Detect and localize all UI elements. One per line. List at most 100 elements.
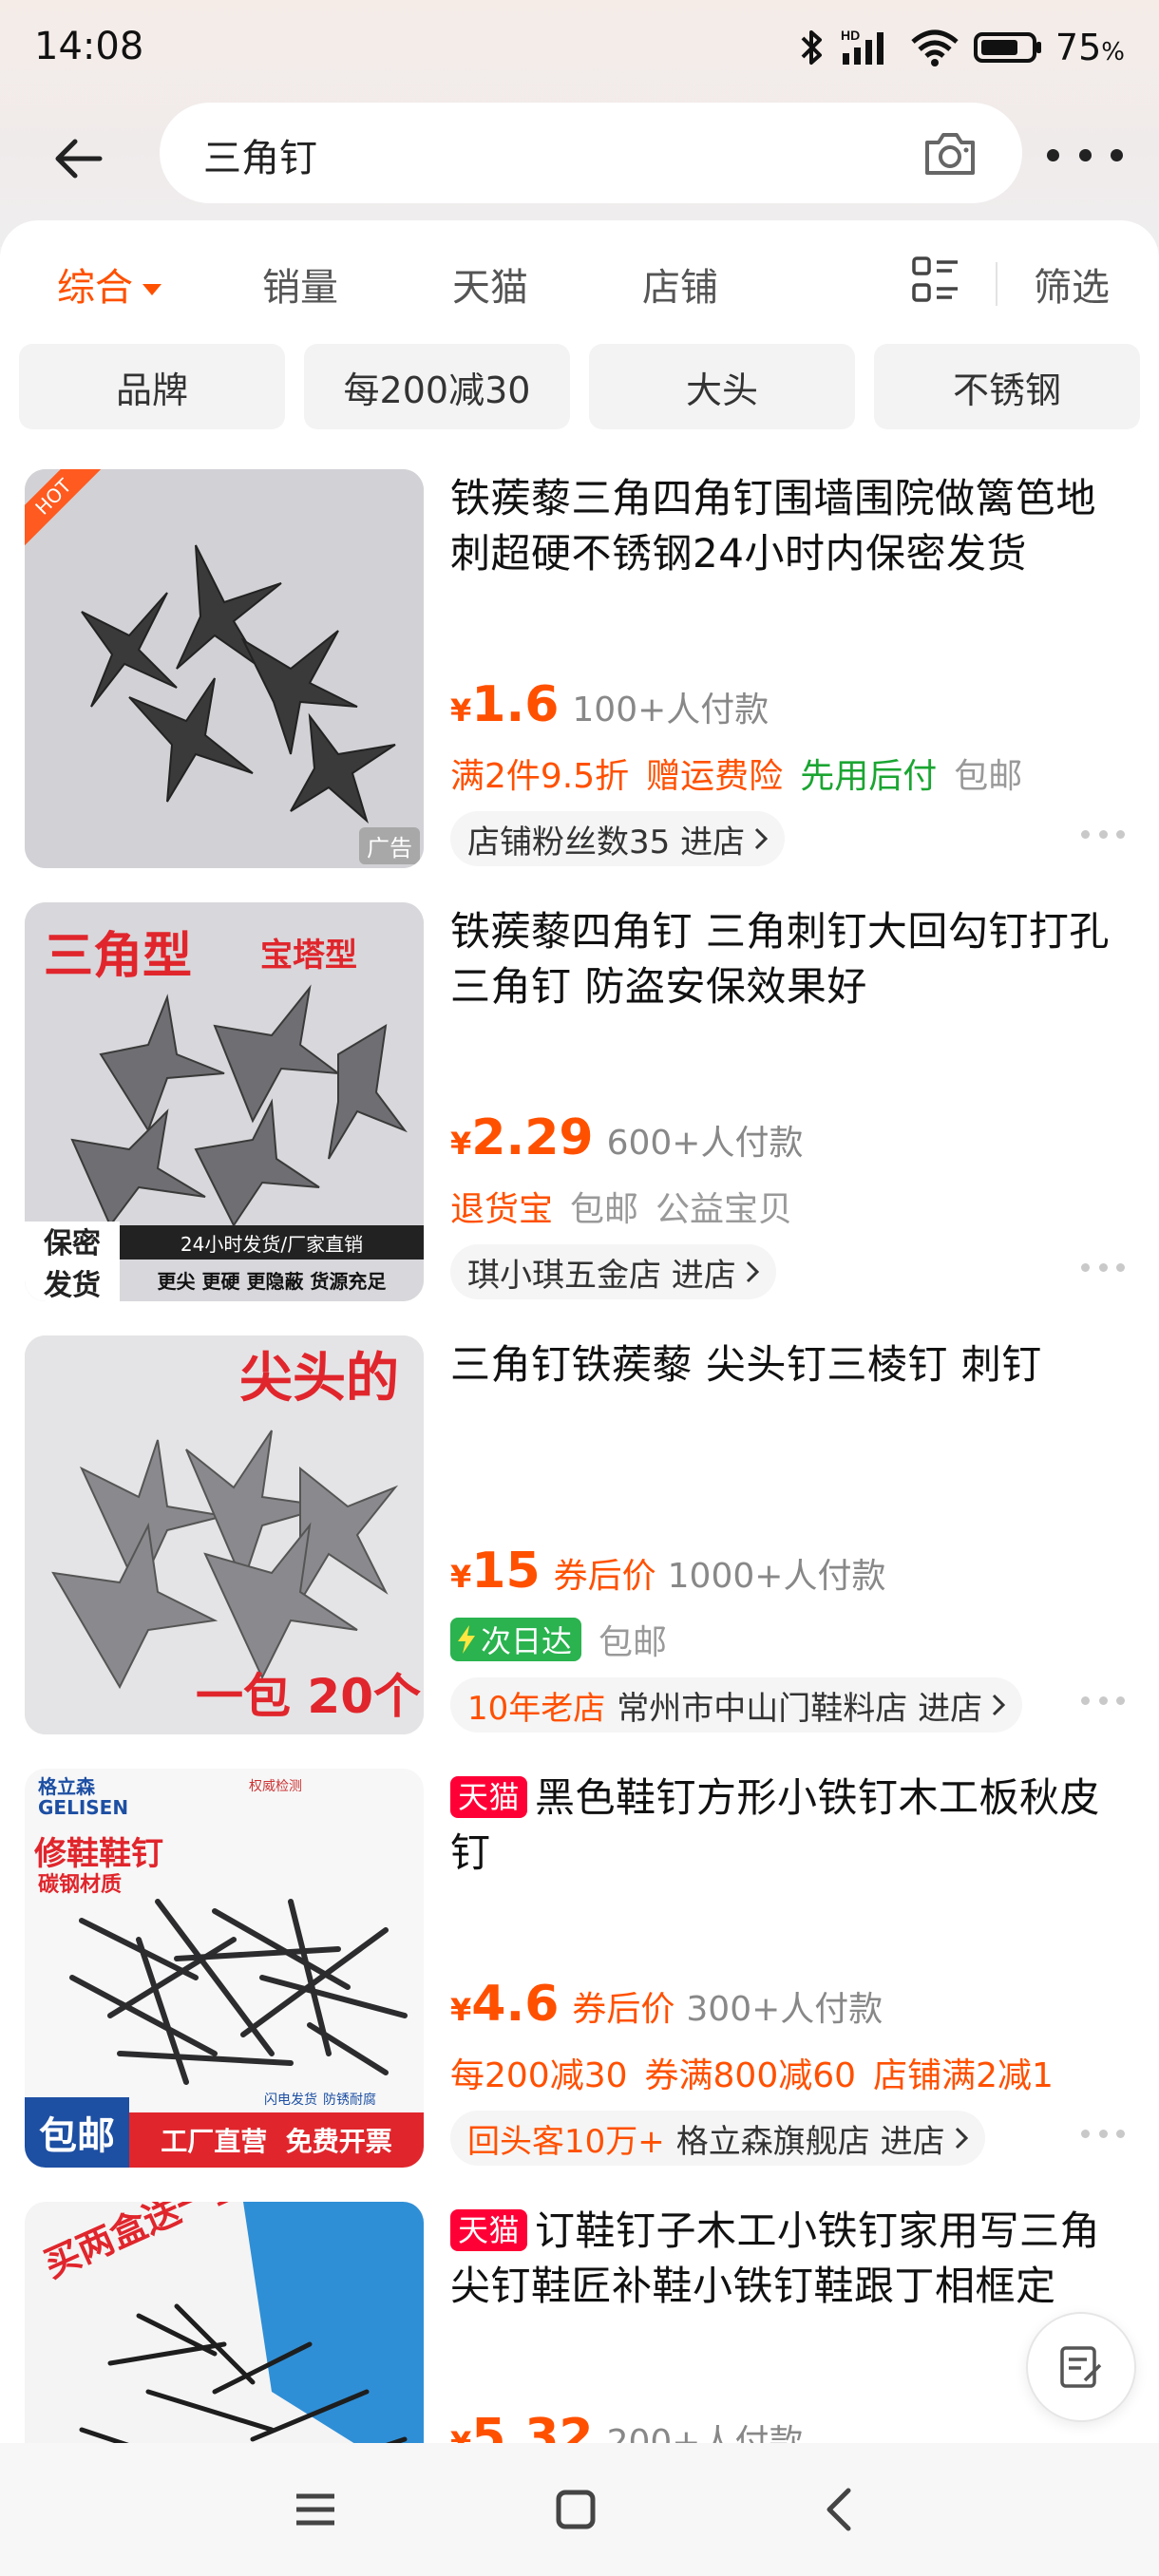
price-row: ¥ 2.29 600+人付款 xyxy=(450,1109,803,1166)
product-title[interactable]: 铁蒺藜三角四角钉围墙围院做篱笆地刺超硬不锈钢24小时内保密发货 xyxy=(450,471,1134,581)
sales-count: 200+人付款 xyxy=(606,2423,804,2443)
menu-button[interactable] xyxy=(285,2479,346,2540)
product-title[interactable]: 铁蒺藜四角钉 三角刺钉大回勾钉打孔三角钉 防盗安保效果好 xyxy=(450,904,1134,1014)
more-icon[interactable] xyxy=(1081,1263,1125,1275)
promo-tags: 次日达 包邮 xyxy=(450,1615,667,1664)
product-image[interactable]: HOT 广告 xyxy=(25,469,424,868)
arrow-left-icon xyxy=(55,139,103,179)
price-row: ¥ 1.6 100+人付款 xyxy=(450,676,769,733)
product-title[interactable]: 天猫 订鞋钉子木工小铁钉家用写三角尖钉鞋匠补鞋小铁钉鞋跟丁相框定 xyxy=(450,2204,1134,2314)
caret-down-icon xyxy=(142,284,162,295)
more-icon[interactable] xyxy=(1081,830,1125,842)
list-layout-icon[interactable] xyxy=(910,255,961,306)
camera-icon[interactable] xyxy=(922,125,978,182)
home-button[interactable] xyxy=(545,2479,606,2540)
sales-count: 1000+人付款 xyxy=(667,1557,886,1596)
coupon-price-label: 券后价 xyxy=(553,1557,656,1596)
image-badge: 包邮 xyxy=(25,2097,129,2168)
status-time: 14:08 xyxy=(34,25,144,68)
sort-tab-tmall[interactable]: 天猫 xyxy=(452,256,528,312)
shop-name: 常州市中山门鞋料店 进店 xyxy=(617,1689,983,1728)
menu-icon xyxy=(296,2493,334,2526)
product-card[interactable]: 格立森 GELISEN 权威检测 修鞋鞋钉 碳钢材质 闪电发货 防锈耐腐 包邮 工厂… xyxy=(0,1769,1159,2187)
next-day-badge: 次日达 xyxy=(450,1618,582,1661)
chip-discount[interactable]: 每200减30 xyxy=(304,344,570,429)
price-row: ¥ 4.6 券后价 300+人付款 xyxy=(450,1976,883,2033)
feedback-button[interactable] xyxy=(1026,2312,1136,2422)
product-image[interactable]: 三角型 宝塔型 保密 发货 24小时发货/厂家直销 更尖 更硬 更隐蔽 货源充足 xyxy=(25,902,424,1301)
more-icon[interactable] xyxy=(1081,2130,1125,2141)
product-title[interactable]: 天猫 黑色鞋钉方形小铁钉木工板秋皮钉 xyxy=(450,1771,1134,1881)
shop-link[interactable]: 10年老店 常州市中山门鞋料店 进店 xyxy=(450,1677,1023,1733)
coupon-price-label: 券后价 xyxy=(572,1990,675,2029)
product-image[interactable]: 格立森 GELISEN 权威检测 修鞋鞋钉 碳钢材质 闪电发货 防锈耐腐 包邮 工厂… xyxy=(25,1769,424,2168)
more-options-button[interactable] xyxy=(1047,131,1123,179)
image-caption: 碳钢材质 xyxy=(38,1873,123,1897)
chip-big-head[interactable]: 大头 xyxy=(589,344,855,429)
sort-bar: 综合 销量 天猫 店铺 筛选 xyxy=(0,249,1159,325)
shop-link[interactable]: 回头客10万+ 格立森旗舰店 进店 xyxy=(450,2111,985,2166)
tmall-badge: 天猫 xyxy=(450,1776,528,1818)
promo-tag: 公益宝贝 xyxy=(656,1190,793,1229)
shop-link[interactable]: 琪小琪五金店 进店 xyxy=(450,1244,776,1299)
currency-symbol: ¥ xyxy=(450,1559,472,1595)
product-price: 1.6 xyxy=(471,676,560,733)
sort-divider xyxy=(996,262,998,306)
back-button[interactable] xyxy=(46,125,112,192)
feature-chips: 闪电发货 防锈耐腐 xyxy=(264,2093,376,2108)
currency-symbol: ¥ xyxy=(450,1126,472,1162)
status-bar: 14:08 HD 75% xyxy=(0,0,1159,95)
brand-logo: 格立森 GELISEN xyxy=(38,1775,129,1819)
product-price: 15 xyxy=(471,1543,541,1600)
wifi-icon xyxy=(911,29,959,66)
more-icon[interactable] xyxy=(1081,1696,1125,1708)
sort-tab-sales[interactable]: 销量 xyxy=(262,256,338,312)
sales-count: 100+人付款 xyxy=(572,691,770,729)
promo-tag: 赠运费险 xyxy=(646,757,784,796)
sales-count: 300+人付款 xyxy=(686,1990,884,2029)
filter-button[interactable]: 筛选 xyxy=(1034,256,1110,312)
chevron-right-icon xyxy=(746,1260,759,1283)
cert-badges: 权威检测 xyxy=(249,1779,302,1794)
promo-tags: 满2件9.5折 赠运费险 先用后付 包邮 xyxy=(450,748,1022,798)
sort-tab-shop[interactable]: 店铺 xyxy=(642,256,718,312)
product-card[interactable]: 尖头的 一包 20个 三角钉铁蒺藜 尖头钉三棱钉 刺钉 ¥ 15 券后价 100… xyxy=(0,1335,1159,1753)
search-query: 三角钉 xyxy=(203,137,317,180)
product-title[interactable]: 三角钉铁蒺藜 尖头钉三棱钉 刺钉 xyxy=(450,1337,1134,1392)
promo-tags: 退货宝 包邮 公益宝贝 xyxy=(450,1182,792,1231)
search-input[interactable]: 三角钉 xyxy=(160,103,1022,203)
caltrop-photo xyxy=(25,469,424,868)
chevron-left-icon xyxy=(826,2488,851,2531)
chevron-right-icon xyxy=(955,2127,968,2150)
currency-symbol: ¥ xyxy=(450,692,472,729)
battery-percent: 75% xyxy=(1054,27,1125,68)
product-price: 2.29 xyxy=(471,1109,594,1166)
sales-count: 600+人付款 xyxy=(606,1124,804,1163)
lightning-icon xyxy=(458,1625,475,1654)
price-row: ¥ 5.32 200+人付款 xyxy=(450,2409,803,2443)
chip-stainless[interactable]: 不锈钢 xyxy=(874,344,1140,429)
product-card[interactable]: HOT 广告 铁蒺藜三角四角钉围墙围院做篱笆地刺超硬不锈钢24小时内保密发货 ¥… xyxy=(0,469,1159,887)
promo-tags: 每200减30 券满800减60 店铺满2减1 xyxy=(450,2048,1054,2097)
shop-name: 格立森旗舰店 进店 xyxy=(675,2122,945,2161)
image-strip: 工厂直营 免费开票 xyxy=(129,2112,424,2168)
product-card[interactable]: 买两盒送一盒 天猫 订鞋钉子木工小铁钉家用写三角尖钉鞋匠补鞋小铁钉鞋跟丁相框定 ¥… xyxy=(0,2202,1159,2443)
currency-symbol: ¥ xyxy=(450,2425,472,2443)
product-card[interactable]: 三角型 宝塔型 保密 发货 24小时发货/厂家直销 更尖 更硬 更隐蔽 货源充足… xyxy=(0,902,1159,1320)
system-navigation-bar xyxy=(0,2443,1159,2576)
chip-brand[interactable]: 品牌 xyxy=(19,344,285,429)
image-caption: 尖头的 xyxy=(239,1348,399,1410)
promo-tag: 包邮 xyxy=(954,757,1023,796)
promo-tag: 退货宝 xyxy=(450,1190,554,1229)
shop-link[interactable]: 店铺粉丝数35 进店 xyxy=(450,811,786,866)
image-caption: 一包 20个 xyxy=(196,1669,421,1724)
bluetooth-icon xyxy=(801,30,822,65)
product-image[interactable]: 买两盒送一盒 xyxy=(25,2202,424,2443)
image-caption: 宝塔型 xyxy=(260,937,357,975)
secret-shipping-badge: 保密 发货 xyxy=(25,1222,120,1301)
sort-tab-comprehensive[interactable]: 综合 xyxy=(57,256,162,312)
product-image[interactable]: 尖头的 一包 20个 xyxy=(25,1335,424,1734)
price-row: ¥ 15 券后价 1000+人付款 xyxy=(450,1543,885,1600)
system-back-button[interactable] xyxy=(808,2479,868,2540)
promo-tag: 先用后付 xyxy=(800,757,938,796)
